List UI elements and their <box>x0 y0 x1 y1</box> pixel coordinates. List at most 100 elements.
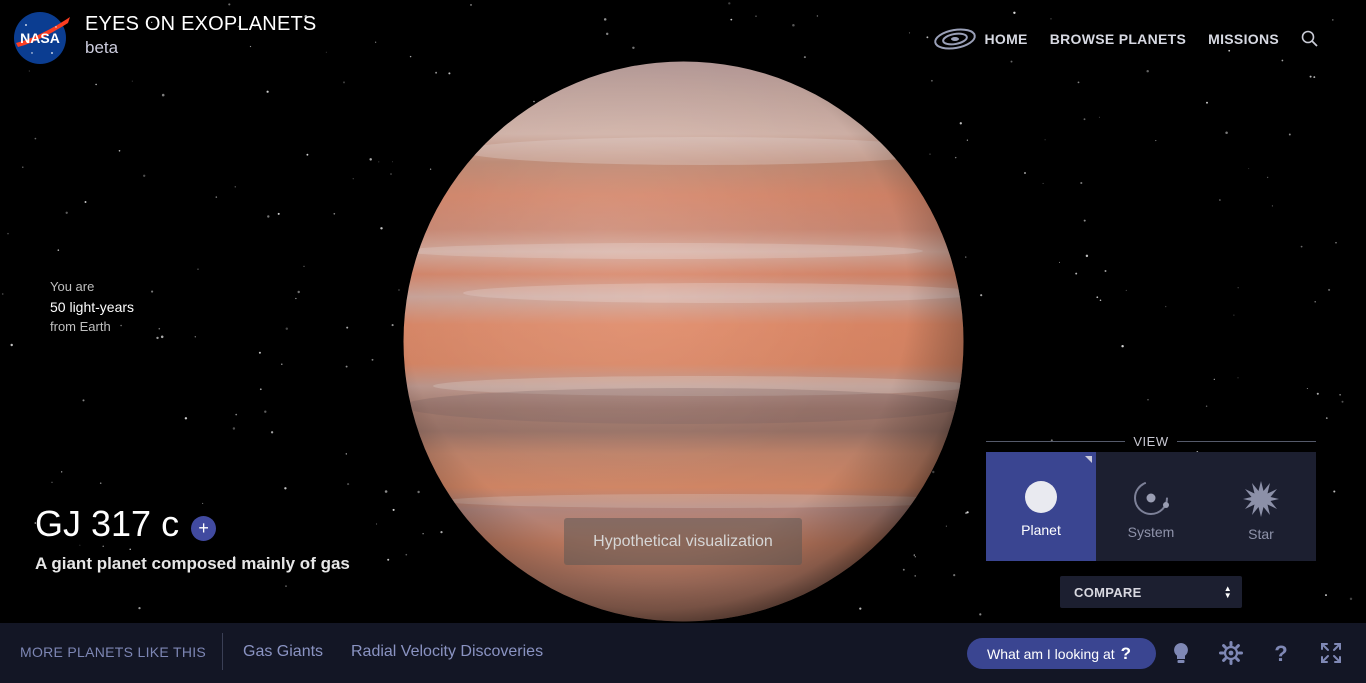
star-dot <box>1080 181 1083 185</box>
nav-home[interactable]: HOME <box>985 31 1028 47</box>
star-dot <box>730 18 733 21</box>
star-dot <box>234 186 236 188</box>
compare-label: COMPARE <box>1074 584 1142 600</box>
star-dot <box>10 343 13 347</box>
nasa-logo[interactable]: NASA <box>12 9 72 65</box>
star-dot <box>1271 205 1273 207</box>
what-am-i-looking-at-button[interactable]: What am I looking at ? <box>967 638 1156 669</box>
star-dot <box>333 212 336 215</box>
view-planet-label: Planet <box>1021 522 1061 538</box>
star-dot <box>7 232 9 235</box>
star-dot <box>632 46 635 50</box>
star-dot <box>151 290 154 293</box>
fullscreen-icon[interactable] <box>1319 641 1343 665</box>
view-system-button[interactable]: System <box>1096 452 1206 561</box>
star-dot <box>65 211 68 214</box>
star-dot <box>1042 182 1044 184</box>
star-dot <box>28 70 30 72</box>
star-dot <box>343 81 345 84</box>
star-dot <box>1248 168 1250 170</box>
star-dot <box>297 290 300 294</box>
view-planet-button[interactable]: Planet <box>986 452 1096 561</box>
star-dot <box>603 18 607 21</box>
compare-select[interactable]: COMPARE ▲ ▼ <box>1060 576 1242 608</box>
star-dot <box>57 249 60 251</box>
star-dot <box>1288 133 1291 136</box>
view-system-label: System <box>1127 524 1175 540</box>
help-icon[interactable]: ? <box>1269 641 1293 665</box>
star-dot <box>391 324 394 327</box>
planet-name: GJ 317 c <box>35 503 180 544</box>
star-dot <box>259 388 262 391</box>
help-button-label: What am I looking at <box>987 645 1115 662</box>
view-heading: VIEW <box>986 432 1317 450</box>
add-planet-button[interactable]: + <box>191 515 217 541</box>
footer-divider <box>222 633 223 670</box>
star-dot <box>160 335 164 339</box>
star-dot <box>1147 399 1149 401</box>
star-dot <box>295 297 297 300</box>
star-dot <box>197 268 199 271</box>
star-dot <box>129 548 131 551</box>
question-icon: ? <box>1120 643 1132 663</box>
star-dot <box>184 417 188 420</box>
star-dot <box>1083 118 1086 121</box>
star-dot <box>95 83 97 86</box>
star-dot <box>158 327 161 330</box>
star-dot <box>1225 131 1228 135</box>
star-dot <box>378 161 380 163</box>
star-dot <box>264 410 267 413</box>
star-dot <box>285 327 289 330</box>
star-dot <box>325 51 327 53</box>
nav-missions[interactable]: MISSIONS <box>1208 31 1279 47</box>
view-star-button[interactable]: Star <box>1206 452 1316 561</box>
planet-name-row: GJ 317 c + <box>35 503 217 545</box>
star-dot <box>285 585 287 588</box>
star-dot <box>143 174 146 177</box>
star-dot <box>346 326 349 329</box>
star-dot <box>1 293 4 295</box>
star-dot <box>352 178 354 180</box>
star-dot <box>84 201 87 203</box>
gear-icon[interactable] <box>1219 641 1243 665</box>
tag-gas-giants[interactable]: Gas Giants <box>243 643 323 661</box>
star-dot <box>267 215 270 218</box>
star-dot <box>235 413 238 416</box>
logo-text: NASA <box>20 30 60 46</box>
star-dot <box>1044 139 1046 141</box>
star-dot <box>345 453 347 455</box>
star-dot <box>966 511 969 514</box>
star-dot <box>51 481 53 483</box>
star-dot <box>1205 405 1208 407</box>
star-dot <box>1077 81 1080 84</box>
view-star-label: Star <box>1248 526 1274 542</box>
star-dot <box>376 523 378 525</box>
galaxy-icon[interactable] <box>933 26 977 52</box>
planet-icon <box>1025 481 1057 513</box>
star-dot <box>1339 393 1341 396</box>
star-dot <box>1155 140 1157 142</box>
select-arrows-icon: ▲ ▼ <box>1223 584 1232 600</box>
star-dot <box>270 431 274 434</box>
distance-readout: You are 50 light-years from Earth <box>50 277 134 337</box>
tag-radial-velocity[interactable]: Radial Velocity Discoveries <box>351 643 543 661</box>
star-dot <box>281 363 283 365</box>
star-dot <box>156 336 159 340</box>
distance-suffix: from Earth <box>50 319 111 334</box>
star-dot <box>161 93 165 97</box>
star-dot <box>1121 344 1124 348</box>
lightbulb-icon[interactable] <box>1169 641 1193 665</box>
planet-description: A giant planet composed mainly of gas <box>35 554 350 573</box>
star-dot <box>1333 490 1336 493</box>
star-dot <box>1341 400 1344 403</box>
nav-browse-planets[interactable]: BROWSE PLANETS <box>1050 31 1186 47</box>
star-dot <box>1024 172 1026 174</box>
star-dot <box>908 32 911 34</box>
star-dot <box>1085 254 1089 258</box>
star-dot <box>392 161 394 163</box>
star-dot <box>1010 60 1013 63</box>
star-dot <box>61 471 63 473</box>
star-dot <box>1332 19 1334 21</box>
star-dot <box>1013 11 1016 14</box>
search-icon[interactable] <box>1300 29 1320 49</box>
